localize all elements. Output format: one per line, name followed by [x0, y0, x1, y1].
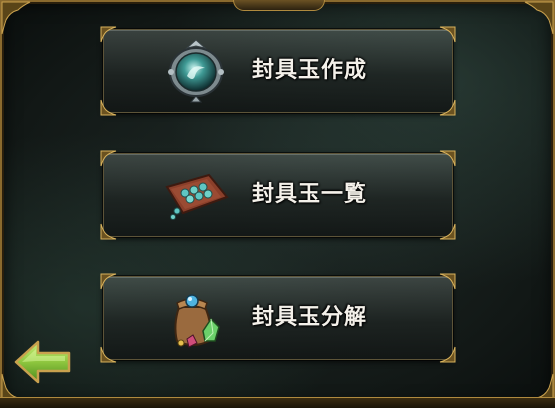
frame-corner-ornament: [0, 0, 40, 40]
disassemble-jewel-label: 封具玉分解: [252, 305, 368, 330]
jewel-pouch-icon: [154, 277, 238, 359]
jewel-orb-icon: [154, 30, 238, 112]
top-ornament: [232, 0, 325, 11]
button-corner-ornament: [438, 273, 456, 291]
disassemble-jewel-button[interactable]: 封具玉分解: [100, 273, 456, 363]
back-button[interactable]: [14, 339, 72, 385]
button-corner-ornament: [438, 222, 456, 240]
button-corner-ornament: [438, 150, 456, 168]
frame-corner-ornament: [515, 0, 555, 40]
jewel-list-button[interactable]: 封具玉一覧: [100, 150, 456, 240]
button-corner-ornament: [438, 345, 456, 363]
jewel-mat-icon: [154, 154, 238, 236]
bottom-frame-bar: [0, 397, 555, 408]
button-corner-ornament: [100, 98, 118, 116]
create-jewel-label: 封具玉作成: [252, 58, 368, 83]
back-arrow-icon: [14, 340, 71, 384]
jewel-list-label: 封具玉一覧: [252, 182, 368, 207]
button-corner-ornament: [438, 26, 456, 44]
create-jewel-button[interactable]: 封具玉作成: [100, 26, 456, 116]
button-corner-ornament: [100, 222, 118, 240]
button-corner-ornament: [100, 26, 118, 44]
button-corner-ornament: [100, 345, 118, 363]
button-corner-ornament: [100, 273, 118, 291]
button-corner-ornament: [100, 150, 118, 168]
button-corner-ornament: [438, 98, 456, 116]
